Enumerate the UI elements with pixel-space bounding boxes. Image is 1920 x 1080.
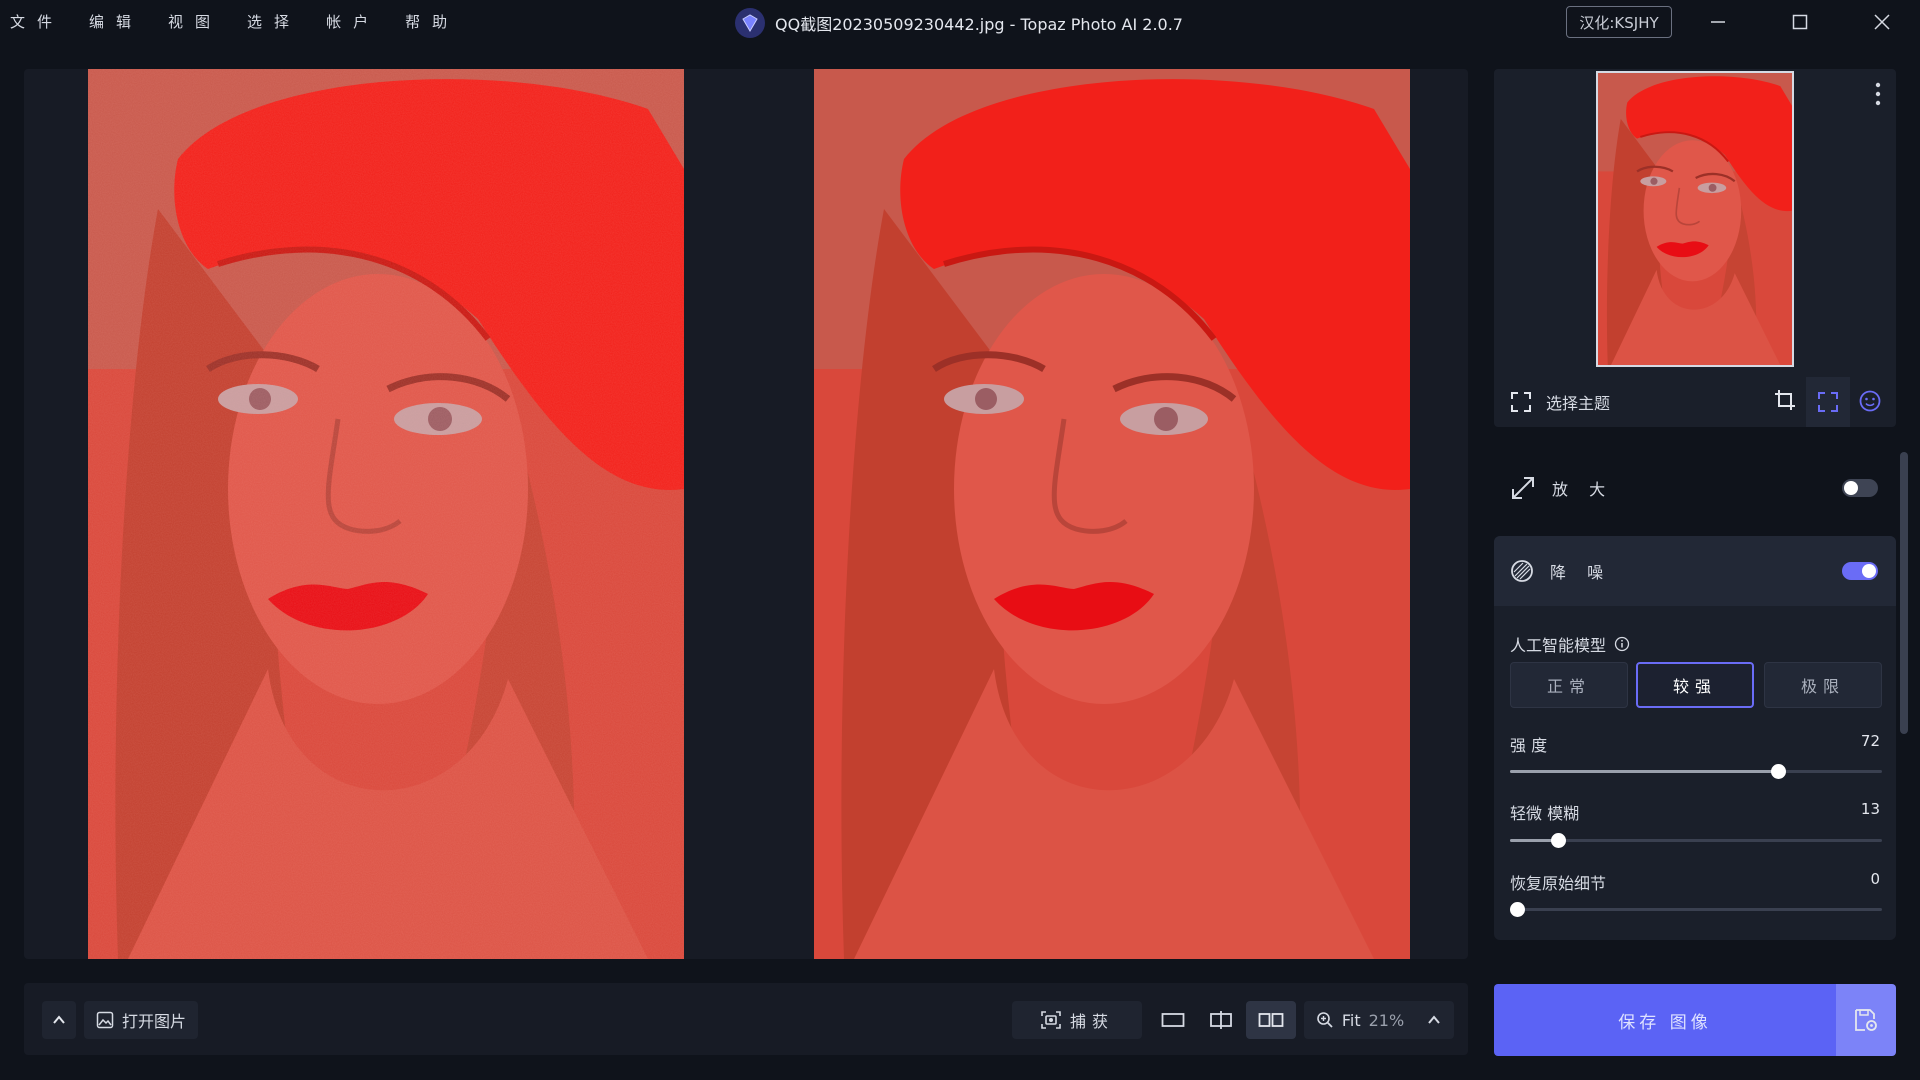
camera-icon [1041, 1011, 1061, 1029]
split-view-button[interactable] [1198, 1001, 1244, 1039]
focus-frame-icon [1818, 392, 1838, 412]
model-normal-button[interactable]: 正常 [1510, 662, 1628, 708]
window-title: QQ截图20230509230442.jpg - Topaz Photo AI … [775, 15, 1183, 34]
upscale-label: 放 大 [1552, 480, 1614, 499]
upscale-icon [1512, 477, 1534, 499]
menu-select[interactable]: 选择 [247, 11, 301, 32]
original-detail-slider-handle[interactable] [1510, 902, 1525, 917]
upscale-toggle[interactable] [1842, 479, 1878, 497]
strength-slider-handle[interactable] [1771, 764, 1786, 779]
single-view-icon [1161, 1013, 1185, 1027]
more-vertical-icon [1875, 82, 1881, 106]
open-image-button[interactable]: 打开图片 [84, 1001, 198, 1039]
minor-deblur-slider[interactable] [1510, 833, 1882, 848]
app-logo-icon [735, 8, 765, 38]
chevron-up-icon [1428, 1015, 1440, 1024]
strength-value: 72 [1860, 732, 1880, 750]
close-icon [1874, 14, 1890, 30]
zoom-icon [1317, 1012, 1333, 1028]
denoise-toggle[interactable] [1842, 562, 1878, 580]
model-extreme-button[interactable]: 极限 [1764, 662, 1882, 708]
face-icon [1859, 390, 1881, 412]
original-image-panel[interactable] [88, 69, 684, 959]
select-subject-row: 选择主题 [1494, 377, 1896, 427]
navigator-thumbnail[interactable] [1596, 71, 1794, 367]
thumbnail-photo [1598, 73, 1792, 365]
crop-icon [1775, 390, 1795, 410]
window-title-area: QQ截图20230509230442.jpg - Topaz Photo AI … [735, 8, 1183, 38]
menu-file[interactable]: 文件 [10, 11, 64, 32]
zoom-label: Fit [1341, 1010, 1361, 1030]
denoise-icon [1511, 560, 1533, 582]
original-detail-value: 0 [1870, 870, 1880, 888]
image-icon [96, 1011, 114, 1029]
collapse-button[interactable] [42, 1001, 76, 1039]
chevron-up-icon [53, 1015, 65, 1024]
minimize-button[interactable] [1690, 4, 1746, 40]
strength-slider[interactable] [1510, 764, 1882, 779]
upscale-row: 放 大 [1494, 460, 1896, 516]
ai-model-label: 人工智能模型 [1510, 636, 1607, 655]
localization-badge: 汉化:KSJHY [1566, 6, 1672, 38]
original-photo [88, 69, 684, 959]
open-image-label: 打开图片 [121, 1012, 186, 1031]
minimize-icon [1711, 21, 1725, 23]
title-bar: 文件 编辑 视图 选择 帐户 帮助 QQ截图20230509230442.jpg… [0, 0, 1920, 44]
menu-help[interactable]: 帮助 [405, 11, 459, 32]
denoise-label: 降 噪 [1550, 563, 1612, 582]
strength-label: 强 度 [1510, 736, 1548, 755]
menu-bar: 文件 编辑 视图 选择 帐户 帮助 [10, 11, 459, 32]
denoise-toggle-knob [1862, 564, 1876, 578]
menu-account[interactable]: 帐户 [326, 11, 380, 32]
zoom-control[interactable]: Fit 21% [1304, 1001, 1454, 1039]
menu-view[interactable]: 视图 [168, 11, 222, 32]
side-by-side-view-button[interactable] [1246, 1001, 1296, 1039]
more-options-button[interactable] [1874, 81, 1882, 111]
upscale-toggle-knob [1844, 481, 1858, 495]
maximize-button[interactable] [1772, 4, 1828, 40]
select-subject-icon [1511, 392, 1531, 412]
model-strong-button[interactable]: 较强 [1636, 662, 1754, 708]
save-image-button[interactable]: 保存 图像 [1494, 984, 1836, 1056]
crop-button[interactable] [1774, 389, 1796, 415]
side-by-side-icon [1258, 1013, 1284, 1027]
minor-deblur-value: 13 [1860, 800, 1880, 818]
auto-select-button[interactable] [1806, 377, 1850, 427]
minor-deblur-label: 轻微 模糊 [1510, 804, 1580, 823]
info-icon[interactable] [1614, 636, 1630, 652]
processed-photo [814, 69, 1410, 959]
bottom-toolbar: 打开图片 捕获 Fit 21% [24, 983, 1468, 1055]
denoise-card: 降 噪 人工智能模型 正常 较强 极限 强 度 72 轻微 模糊 13 恢复原始… [1494, 536, 1896, 940]
ai-model-heading: 人工智能模型 [1510, 632, 1630, 656]
original-detail-slider[interactable] [1510, 902, 1882, 917]
menu-edit[interactable]: 编辑 [89, 11, 143, 32]
split-view-icon [1210, 1011, 1232, 1029]
minor-deblur-slider-handle[interactable] [1551, 833, 1566, 848]
capture-label: 捕获 [1069, 1012, 1114, 1031]
select-subject-button[interactable]: 选择主题 [1510, 390, 1610, 414]
panel-scrollbar[interactable] [1900, 452, 1908, 734]
select-subject-label: 选择主题 [1546, 394, 1611, 413]
capture-button[interactable]: 捕获 [1012, 1001, 1142, 1039]
close-button[interactable] [1854, 4, 1910, 40]
denoise-header[interactable]: 降 噪 [1494, 536, 1896, 606]
save-settings-icon [1855, 1009, 1877, 1031]
maximize-icon [1792, 14, 1808, 30]
strength-slider-fill [1510, 770, 1778, 773]
save-options-button[interactable] [1836, 984, 1896, 1056]
processed-image-panel[interactable] [814, 69, 1410, 959]
original-detail-label: 恢复原始细节 [1510, 874, 1607, 893]
face-recovery-button[interactable] [1858, 389, 1882, 417]
zoom-value: 21% [1368, 1010, 1405, 1030]
single-view-button[interactable] [1150, 1001, 1196, 1039]
